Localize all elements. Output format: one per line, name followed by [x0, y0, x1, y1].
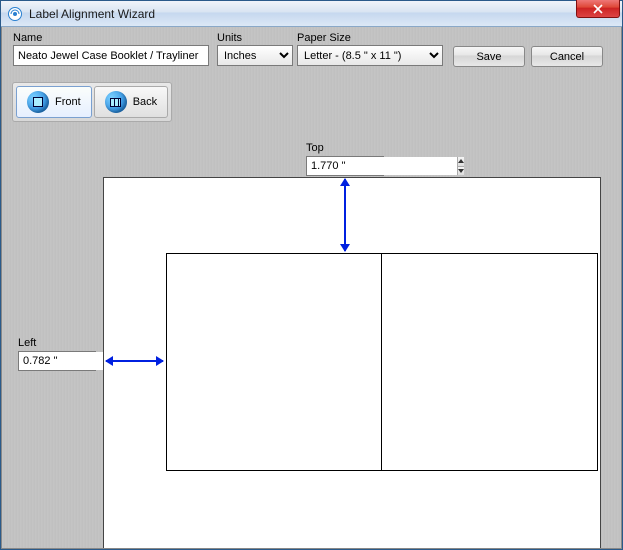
window-frame: Label Alignment Wizard Name Units Inches… — [0, 0, 623, 550]
top-margin-label: Top — [306, 142, 324, 154]
left-margin-label: Left — [18, 337, 36, 349]
top-margin-arrow — [344, 179, 346, 251]
save-button[interactable]: Save — [453, 46, 525, 67]
top-controls: Name Units Inches Paper Size Letter - (8… — [5, 30, 618, 74]
tab-strip: Front Back — [12, 82, 172, 122]
top-spin-down[interactable] — [458, 167, 464, 176]
tab-front[interactable]: Front — [16, 86, 92, 118]
left-margin-spinner[interactable] — [18, 351, 96, 371]
top-spin-buttons — [457, 157, 464, 175]
top-spin-up[interactable] — [458, 157, 464, 167]
tab-back-label: Back — [133, 96, 157, 108]
cancel-button[interactable]: Cancel — [531, 46, 603, 67]
units-select[interactable]: Inches — [217, 45, 293, 66]
preview-region: Top Left — [8, 127, 615, 542]
tab-back[interactable]: Back — [94, 86, 168, 118]
label-outline — [166, 253, 598, 471]
chevron-up-icon — [458, 159, 464, 163]
front-icon — [27, 91, 49, 113]
paper-size-select[interactable]: Letter - (8.5 " x 11 ") — [297, 45, 443, 66]
name-label: Name — [13, 32, 213, 44]
paper-size-label: Paper Size — [297, 32, 447, 44]
titlebar[interactable]: Label Alignment Wizard — [1, 1, 622, 27]
label-divider — [381, 253, 382, 471]
tab-front-label: Front — [55, 96, 81, 108]
back-icon — [105, 91, 127, 113]
client-area: Name Units Inches Paper Size Letter - (8… — [1, 27, 622, 549]
top-margin-spinner[interactable] — [306, 156, 384, 176]
close-button[interactable] — [576, 0, 620, 18]
chevron-down-icon — [458, 169, 464, 173]
window-title: Label Alignment Wizard — [29, 7, 155, 21]
left-margin-arrow — [106, 360, 163, 362]
app-icon — [7, 6, 23, 22]
top-margin-input[interactable] — [307, 157, 457, 175]
units-label: Units — [217, 32, 297, 44]
name-input[interactable] — [13, 45, 209, 66]
